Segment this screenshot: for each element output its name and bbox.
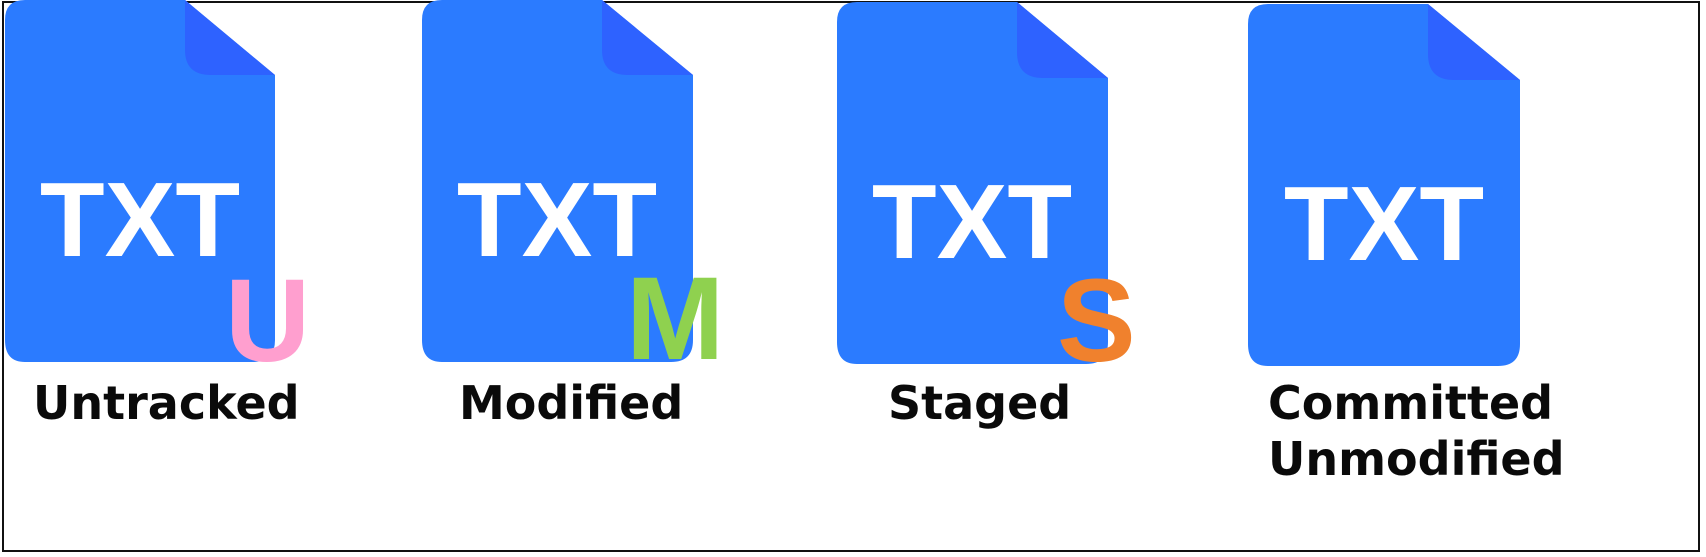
status-committed-unmodified: TXT Committed Unmodified bbox=[1248, 0, 1668, 557]
label-committed: Committed bbox=[1268, 376, 1554, 430]
label-staged: Staged bbox=[888, 376, 1072, 430]
status-untracked: TXT U Untracked bbox=[5, 0, 425, 557]
file-type-text: TXT bbox=[1284, 165, 1484, 283]
txt-file-icon: TXT bbox=[1248, 4, 1520, 366]
file-type-text: TXT bbox=[872, 163, 1072, 281]
status-staged: TXT S Staged bbox=[837, 0, 1257, 557]
label-unmodified: Unmodified bbox=[1268, 432, 1565, 486]
badge-s: S bbox=[1057, 255, 1136, 387]
status-modified: TXT M Modified bbox=[422, 0, 842, 557]
label-modified: Modified bbox=[459, 376, 684, 430]
file-type-text: TXT bbox=[40, 161, 240, 279]
badge-m: M bbox=[626, 253, 725, 385]
badge-u: U bbox=[225, 255, 311, 387]
label-untracked: Untracked bbox=[33, 376, 300, 430]
